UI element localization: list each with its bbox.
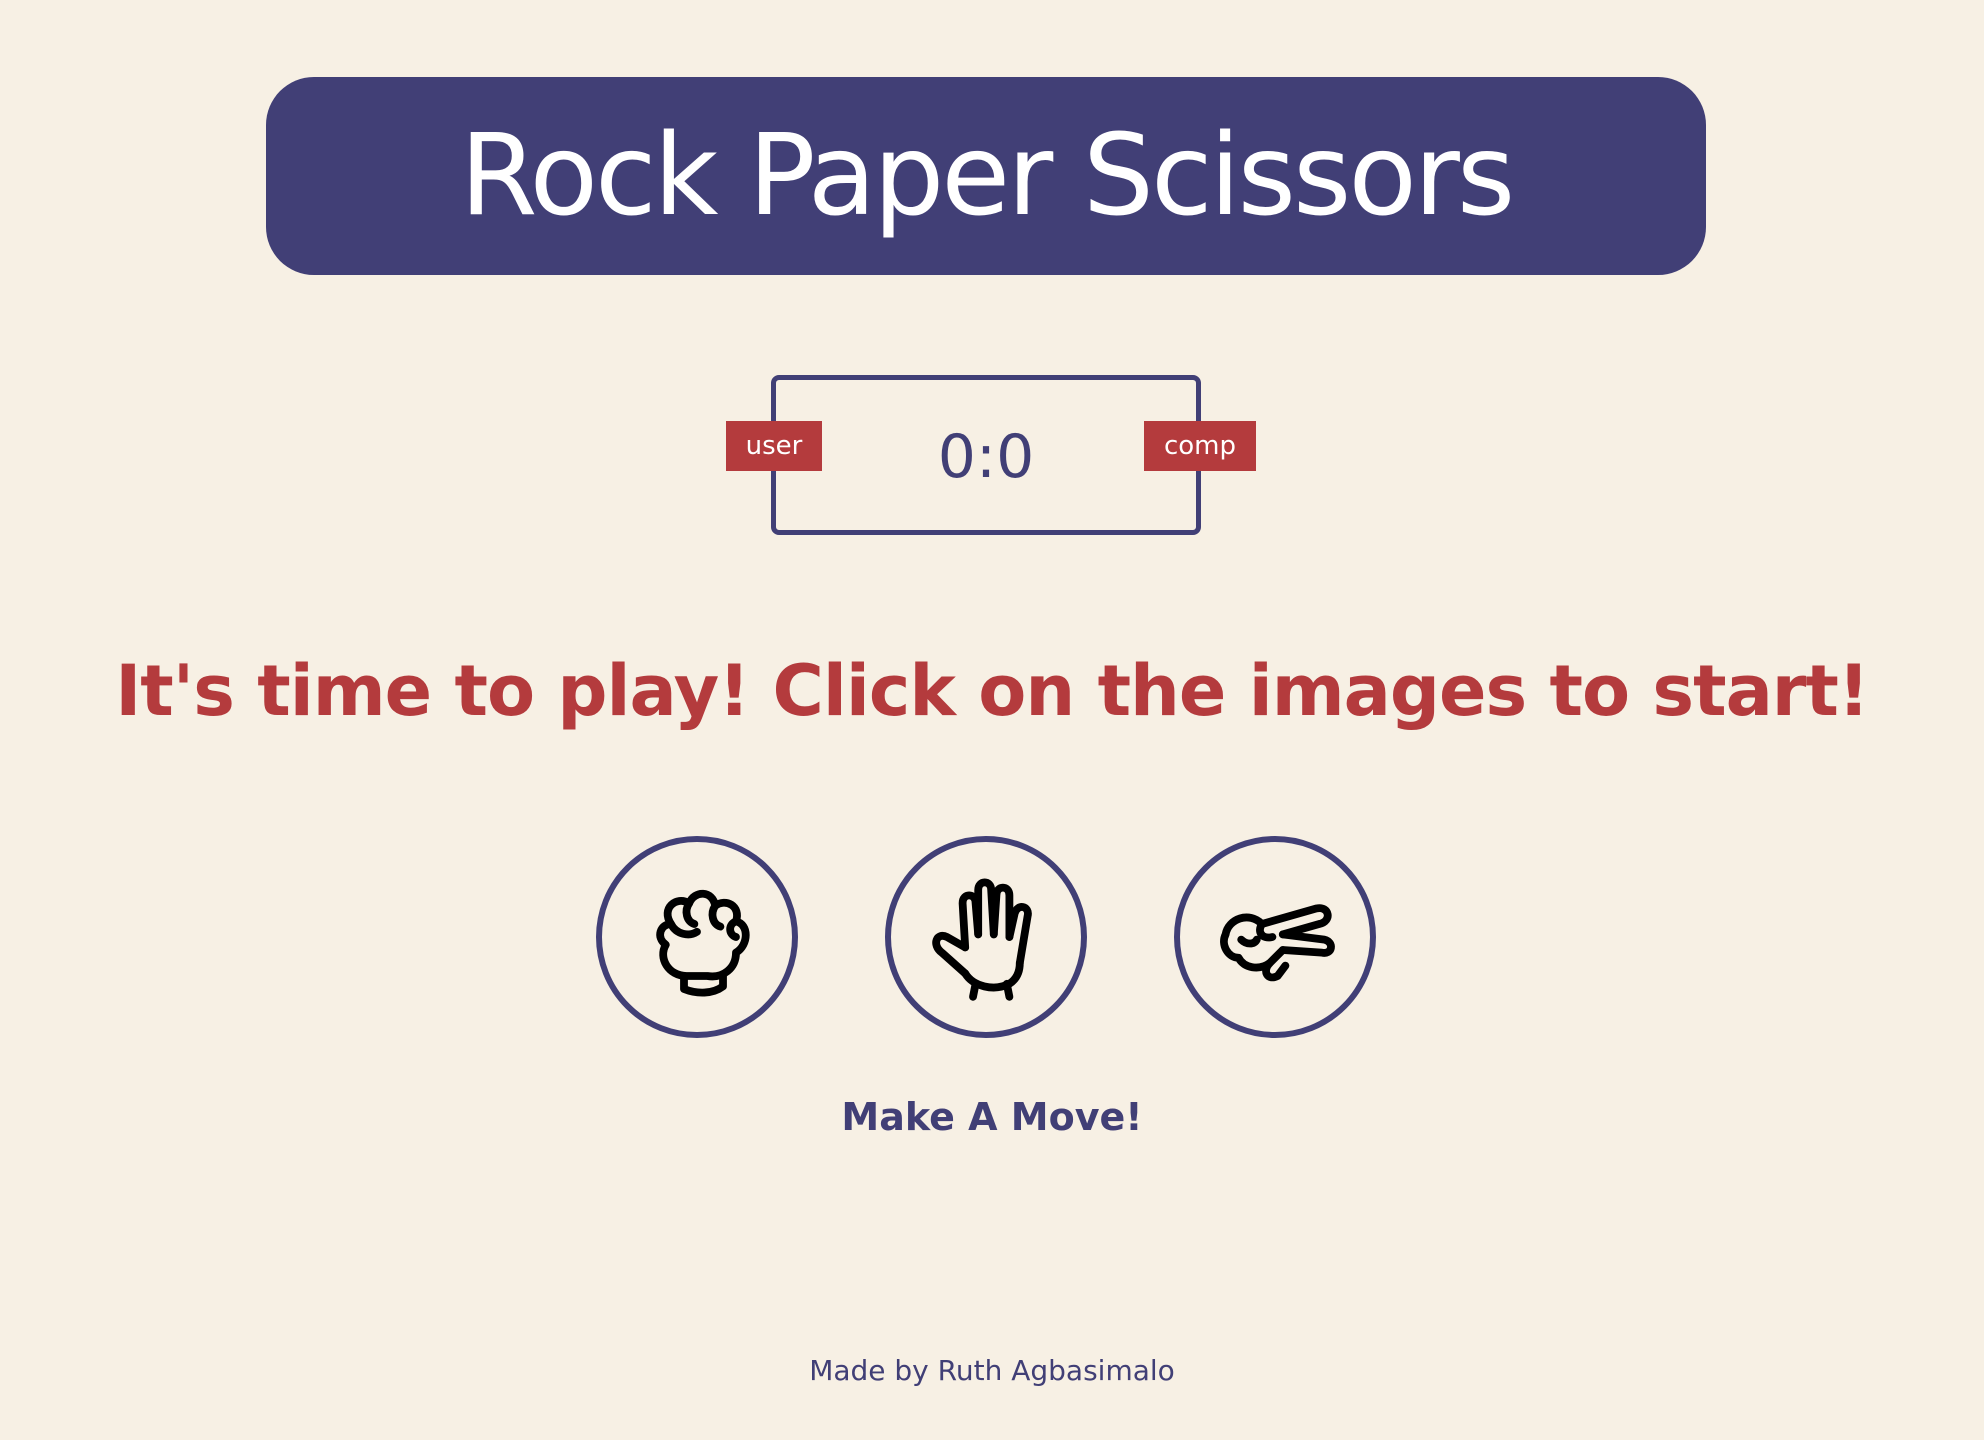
comp-badge: comp bbox=[1144, 421, 1256, 471]
paper-hand-icon bbox=[932, 878, 1032, 1001]
paper-choice-button[interactable] bbox=[885, 836, 1087, 1038]
page-title: Rock Paper Scissors bbox=[459, 111, 1516, 241]
user-badge: user bbox=[726, 421, 822, 471]
scissors-choice-button[interactable] bbox=[1174, 836, 1376, 1038]
footer-credit: Made by Ruth Agbasimalo bbox=[809, 1354, 1175, 1387]
choices-row bbox=[0, 836, 1984, 1038]
score-display: 0:0 bbox=[937, 422, 1035, 492]
scissors-hand-icon bbox=[1220, 904, 1335, 982]
rock-hand-icon bbox=[656, 889, 750, 997]
scoreboard: 0:0 bbox=[771, 375, 1201, 535]
game-page: Rock Paper Scissors 0:0 user comp It's t… bbox=[0, 0, 1984, 1440]
result-message: It's time to play! Click on the images t… bbox=[115, 650, 1869, 732]
title-banner: Rock Paper Scissors bbox=[266, 77, 1706, 275]
rock-choice-button[interactable] bbox=[596, 836, 798, 1038]
make-move-prompt: Make A Move! bbox=[841, 1095, 1143, 1139]
